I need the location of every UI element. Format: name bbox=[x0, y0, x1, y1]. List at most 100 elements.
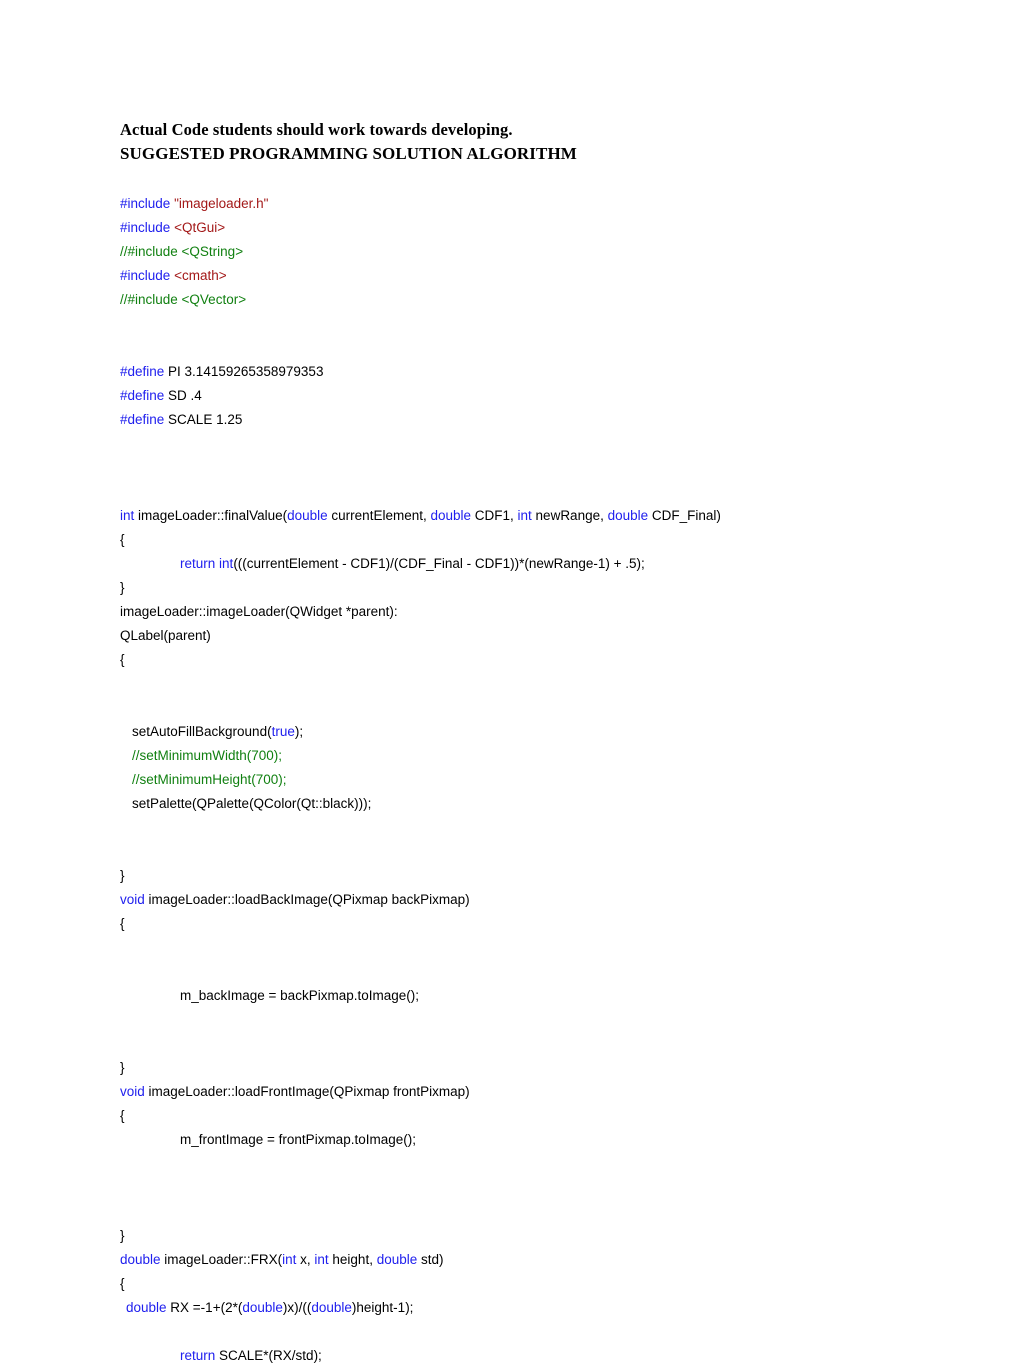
code-line: //#include <QString> bbox=[120, 240, 900, 264]
code-token: double bbox=[287, 508, 328, 523]
code-token: double bbox=[120, 1252, 161, 1267]
code-token: double bbox=[311, 1300, 352, 1315]
code-token: } bbox=[120, 1060, 125, 1075]
code-token: } bbox=[120, 868, 125, 883]
code-line: double imageLoader::FRX(int x, int heigh… bbox=[120, 1248, 900, 1272]
code-token: int bbox=[219, 556, 234, 571]
code-token: RX =-1+(2*( bbox=[166, 1300, 243, 1315]
code-token: #include bbox=[120, 268, 171, 283]
code-token: newRange, bbox=[531, 508, 608, 523]
code-token: SD .4 bbox=[164, 388, 202, 403]
code-line: #include <cmath> bbox=[120, 264, 900, 288]
code-token: double bbox=[126, 1300, 167, 1315]
code-token: CDF1, bbox=[471, 508, 518, 523]
code-token: "imageloader.h" bbox=[174, 196, 269, 211]
code-token: void bbox=[120, 1084, 145, 1099]
code-token: x, bbox=[296, 1252, 315, 1267]
code-line: { bbox=[120, 912, 900, 936]
code-token: #define bbox=[120, 388, 165, 403]
code-token: imageLoader::loadFrontImage(QPixmap fron… bbox=[144, 1084, 470, 1099]
code-token: SCALE*(RX/std); bbox=[215, 1348, 322, 1363]
code-line: void imageLoader::loadBackImage(QPixmap … bbox=[120, 888, 900, 912]
code-token: //#include <QVector> bbox=[120, 292, 247, 307]
code-token: int bbox=[120, 508, 135, 523]
code-token: imageLoader::imageLoader(QWidget *parent… bbox=[120, 604, 398, 619]
code-token: return bbox=[180, 1348, 216, 1363]
code-token: #define bbox=[120, 364, 165, 379]
code-line: } bbox=[120, 1056, 900, 1080]
source-code-listing: #include "imageloader.h" #include <QtGui>… bbox=[120, 192, 900, 1368]
code-token: PI 3.14159265358979353 bbox=[164, 364, 324, 379]
code-token: imageLoader::loadBackImage(QPixmap backP… bbox=[144, 892, 470, 907]
code-line: #include <QtGui> bbox=[120, 216, 900, 240]
code-line: { bbox=[120, 1272, 900, 1296]
code-token: #include bbox=[120, 196, 171, 211]
document-page: Actual Code students should work towards… bbox=[0, 0, 1020, 1363]
page-title: Actual Code students should work towards… bbox=[120, 120, 513, 139]
code-token: ); bbox=[294, 724, 304, 739]
code-token: { bbox=[120, 1276, 125, 1291]
code-token: )height-1); bbox=[351, 1300, 414, 1315]
code-token: double bbox=[430, 508, 472, 523]
code-token: imageLoader::finalValue( bbox=[134, 508, 288, 523]
code-token: double bbox=[242, 1300, 283, 1315]
code-token: SCALE 1.25 bbox=[164, 412, 243, 427]
code-token: true bbox=[271, 724, 295, 739]
code-line: int imageLoader::finalValue(double curre… bbox=[120, 504, 900, 528]
code-token: } bbox=[120, 580, 125, 595]
code-token: int bbox=[517, 508, 532, 523]
code-token: { bbox=[120, 532, 125, 547]
code-token: <cmath> bbox=[174, 268, 227, 283]
code-line: { bbox=[120, 1104, 900, 1128]
code-line: setAutoFillBackground(true); bbox=[120, 720, 900, 744]
code-line: m_frontImage = frontPixmap.toImage(); bbox=[120, 1128, 900, 1152]
code-token: double bbox=[607, 508, 649, 523]
code-token: //setMinimumWidth(700); bbox=[132, 748, 283, 763]
document-heading-block: Actual Code students should work towards… bbox=[120, 118, 900, 166]
code-token: //#include <QString> bbox=[120, 244, 244, 259]
code-token: m_backImage = backPixmap.toImage(); bbox=[180, 988, 419, 1003]
code-token: #include bbox=[120, 220, 171, 235]
code-token: )x)/(( bbox=[282, 1300, 312, 1315]
code-token: int bbox=[282, 1252, 297, 1267]
code-token: #define bbox=[120, 412, 165, 427]
code-line: #define SD .4 bbox=[120, 384, 900, 408]
code-token: return bbox=[180, 556, 216, 571]
code-line: void imageLoader::loadFrontImage(QPixmap… bbox=[120, 1080, 900, 1104]
code-token: std) bbox=[417, 1252, 444, 1267]
code-line: //setMinimumHeight(700); bbox=[120, 768, 900, 792]
code-line: #define SCALE 1.25 bbox=[120, 408, 900, 432]
code-token: { bbox=[120, 1108, 125, 1123]
page-subtitle: SUGGESTED PROGRAMMING SOLUTION ALGORITHM bbox=[120, 144, 577, 163]
code-token: { bbox=[120, 916, 125, 931]
code-line: double RX =-1+(2*(double)x)/((double)hei… bbox=[120, 1296, 900, 1320]
code-token: setAutoFillBackground( bbox=[132, 724, 272, 739]
code-line: #include "imageloader.h" bbox=[120, 192, 900, 216]
code-token: setPalette(QPalette(QColor(Qt::black))); bbox=[132, 796, 372, 811]
code-line: QLabel(parent) bbox=[120, 624, 900, 648]
code-token: int bbox=[314, 1252, 329, 1267]
code-line: setPalette(QPalette(QColor(Qt::black))); bbox=[120, 792, 900, 816]
code-line: #define PI 3.14159265358979353 bbox=[120, 360, 900, 384]
code-token: m_frontImage = frontPixmap.toImage(); bbox=[180, 1132, 416, 1147]
code-token: //setMinimumHeight(700); bbox=[132, 772, 287, 787]
code-token: <QtGui> bbox=[174, 220, 226, 235]
code-token: CDF_Final) bbox=[648, 508, 721, 523]
code-token: QLabel(parent) bbox=[120, 628, 211, 643]
code-line: } bbox=[120, 1224, 900, 1248]
